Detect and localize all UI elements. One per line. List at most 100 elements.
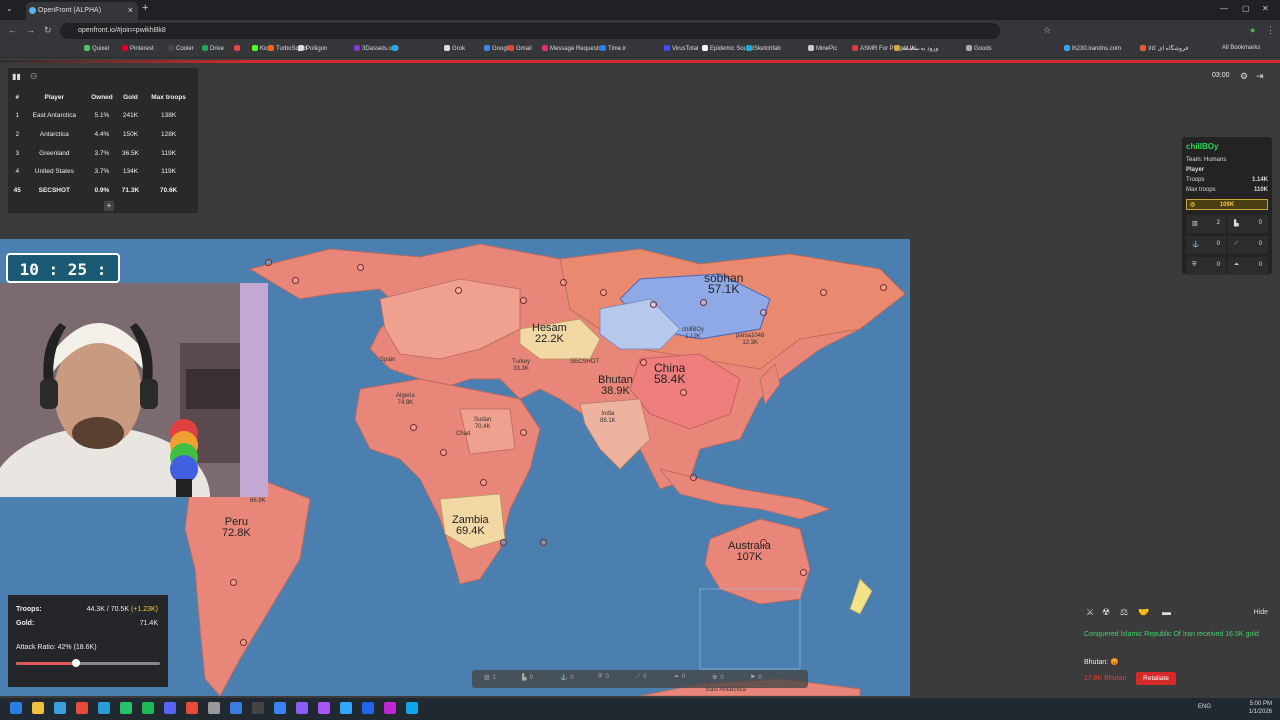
map-player-label[interactable]: Zambia 69.4K <box>452 515 489 537</box>
minimize-icon[interactable]: — <box>1220 4 1228 13</box>
forward-icon[interactable]: → <box>26 25 35 35</box>
city-marker-icon[interactable] <box>700 299 707 306</box>
bookmark-star-icon[interactable]: ☆ <box>1043 25 1051 36</box>
app-icon[interactable] <box>384 702 396 714</box>
alliance-filter-icon[interactable]: 🤝 <box>1138 607 1149 618</box>
bookmark-item[interactable]: Sketchfab <box>746 45 781 52</box>
city-marker-icon[interactable] <box>760 539 767 546</box>
file-explorer-icon[interactable] <box>54 702 66 714</box>
attack-filter-icon[interactable]: ⚔ <box>1086 607 1094 618</box>
blender-icon[interactable] <box>340 702 352 714</box>
map-player-label[interactable]: Bhutan 38.9K <box>598 375 633 397</box>
player-header[interactable]: Player <box>23 88 86 107</box>
structure-count-cell[interactable]: ⛨ 0 <box>1186 257 1226 275</box>
leaderboard-row[interactable]: 1 East Antarctica 5.1% 241K 138K <box>12 107 194 126</box>
map-player-label[interactable]: Spain <box>380 357 395 364</box>
structure-count-cell[interactable]: ⏶ 0 <box>1228 257 1268 275</box>
system-clock[interactable]: 5:00 PM 1/1/2026 <box>1249 700 1272 716</box>
bookmark-item[interactable]: MinePic <box>808 45 837 52</box>
bookmark-item[interactable]: Grok <box>444 45 465 52</box>
premiere-icon[interactable] <box>296 702 308 714</box>
notepad-icon[interactable] <box>230 702 242 714</box>
search-icon[interactable] <box>32 702 44 714</box>
discord-icon[interactable] <box>164 702 176 714</box>
bookmark-item[interactable]: Message Requests <box>542 45 601 52</box>
nuke-filter-icon[interactable]: ☢ <box>1102 607 1110 618</box>
map-player-label[interactable]: Sudan 70.4K <box>474 417 491 431</box>
chrome-icon[interactable] <box>76 702 88 714</box>
city-marker-icon[interactable] <box>480 479 487 486</box>
calculator-icon[interactable] <box>252 702 264 714</box>
bookmark-item[interactable]: Drive <box>202 45 224 52</box>
bookmark-item[interactable]: Cooler <box>168 45 194 52</box>
app-icon[interactable] <box>406 702 418 714</box>
profile-avatar-icon[interactable]: ● <box>1250 25 1255 35</box>
bookmark-item[interactable] <box>234 45 242 52</box>
leaderboard-row[interactable]: 4 United States 3.7% 134K 119K <box>12 162 194 181</box>
leaderboard-row[interactable]: 3 Greenland 3.7% 36.5K 119K <box>12 144 194 163</box>
city-marker-icon[interactable] <box>520 297 527 304</box>
city-marker-icon[interactable] <box>410 424 417 431</box>
bookmark-item[interactable]: Gmail <box>508 45 532 52</box>
owned-header[interactable]: Owned <box>86 88 118 107</box>
rider-icon[interactable] <box>362 702 374 714</box>
build-slot[interactable]: ▥ 1 <box>484 674 496 681</box>
city-marker-icon[interactable] <box>500 539 507 546</box>
map-player-label[interactable]: Turkey 33.3K <box>512 359 530 373</box>
tab-search-icon[interactable]: ⌄ <box>6 4 13 13</box>
team-leaderboard-icon[interactable]: ⚇ <box>30 72 37 81</box>
map-player-label[interactable]: SECSHOT <box>570 359 599 366</box>
city-marker-icon[interactable] <box>680 389 687 396</box>
city-marker-icon[interactable] <box>440 449 447 456</box>
telegram-icon[interactable] <box>98 702 110 714</box>
map-player-label[interactable]: East Antarctica <box>706 687 746 694</box>
close-window-icon[interactable]: ✕ <box>1262 4 1269 13</box>
hide-events-button[interactable]: Hide <box>1254 609 1268 616</box>
build-slot[interactable]: ☢ 0 <box>712 674 724 681</box>
bookmark-item[interactable]: Poliigon <box>298 45 327 52</box>
city-marker-icon[interactable] <box>650 301 657 308</box>
city-marker-icon[interactable] <box>357 264 364 271</box>
chat-filter-icon[interactable]: ▬ <box>1162 607 1171 617</box>
browser-menu-icon[interactable]: ⋮ <box>1266 25 1275 36</box>
steam-icon[interactable] <box>120 702 132 714</box>
attack-ratio-handle[interactable] <box>72 659 81 667</box>
build-slot[interactable]: ⚓ 0 <box>560 674 574 681</box>
city-marker-icon[interactable] <box>600 289 607 296</box>
structure-count-cell[interactable]: ▥ 2 <box>1186 215 1226 233</box>
bookmark-item[interactable]: فروشگاه ای کالا <box>1140 45 1188 52</box>
trade-filter-icon[interactable]: ⚖ <box>1120 607 1128 618</box>
back-icon[interactable]: ← <box>8 25 17 35</box>
spotify-icon[interactable] <box>142 702 154 714</box>
city-marker-icon[interactable] <box>540 539 547 546</box>
new-tab-icon[interactable]: + <box>142 2 148 14</box>
structure-count-cell[interactable]: ▙ 0 <box>1228 215 1268 233</box>
bookmark-item[interactable]: Time.ir <box>600 45 626 52</box>
settings-gear-icon[interactable]: ⚙ <box>1240 71 1248 82</box>
map-player-label[interactable]: chillBOy 1.12K <box>682 327 704 341</box>
bookmark-item[interactable]: Goods <box>966 45 992 52</box>
url-field[interactable]: openfront.io/#join=pwikhBk8 <box>60 23 1000 39</box>
city-marker-icon[interactable] <box>560 279 567 286</box>
leaderboard-icon[interactable]: ▮▮ <box>12 72 21 81</box>
exit-game-icon[interactable]: ⇥ <box>1256 71 1264 82</box>
leaderboard-row[interactable]: 2 Antarctica 4.4% 150K 128K <box>12 125 194 144</box>
map-player-label[interactable]: China 58.4K <box>654 362 685 385</box>
input-language[interactable]: ENG <box>1198 704 1211 710</box>
build-slot[interactable]: ▙ 0 <box>522 674 533 681</box>
city-marker-icon[interactable] <box>455 287 462 294</box>
obs-icon[interactable] <box>208 702 220 714</box>
bookmark-item[interactable] <box>392 45 400 52</box>
city-marker-icon[interactable] <box>520 429 527 436</box>
city-marker-icon[interactable] <box>240 639 247 646</box>
davinci-icon[interactable] <box>186 702 198 714</box>
map-player-label[interactable]: Hesam 22.2K <box>532 323 567 345</box>
maximize-icon[interactable]: ▢ <box>1242 4 1250 13</box>
bookmark-item[interactable]: Pinterest <box>122 45 154 52</box>
bookmark-item[interactable]: VirusTotal <box>664 45 698 52</box>
structure-count-cell[interactable]: ⚓ 0 <box>1186 236 1226 254</box>
bookmark-item[interactable]: Quixel <box>84 45 109 52</box>
map-player-label[interactable]: India 88.1K <box>600 411 616 425</box>
build-slot[interactable]: ⛨ 0 <box>598 674 609 681</box>
city-marker-icon[interactable] <box>880 284 887 291</box>
